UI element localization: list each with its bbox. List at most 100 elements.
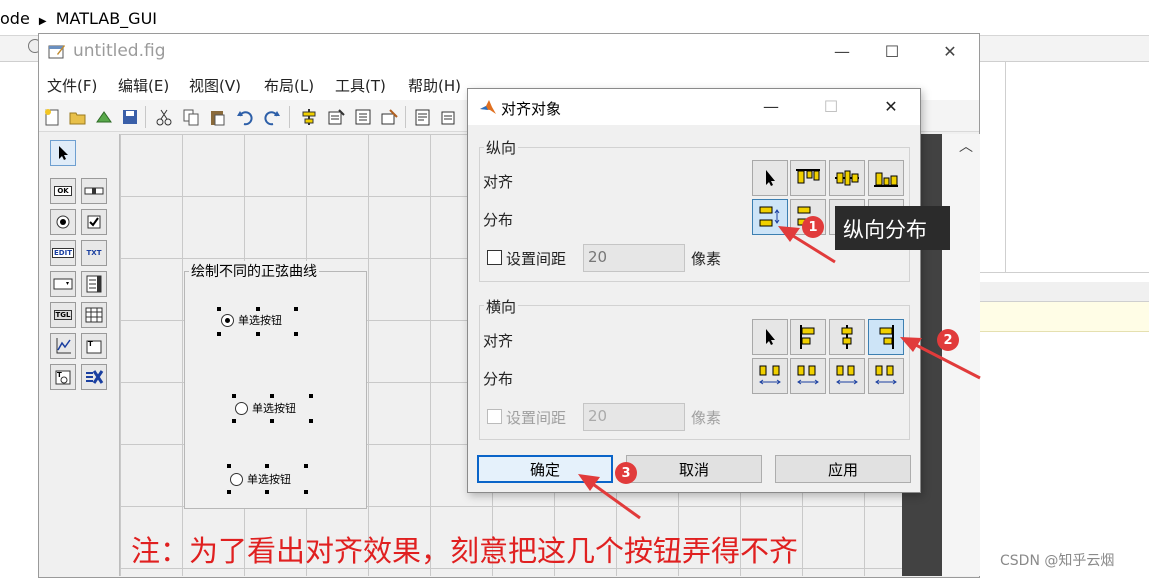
align-top-button[interactable]: [790, 160, 826, 196]
select-tool[interactable]: [50, 140, 76, 166]
table-tool[interactable]: [81, 302, 107, 328]
breadcrumb[interactable]: ode ▶ MATLAB_GUI: [0, 9, 157, 28]
maximize-button: ☐: [823, 97, 839, 116]
paste-icon[interactable]: [207, 107, 227, 127]
menu-tools[interactable]: 工具(T): [335, 75, 386, 96]
breadcrumb-partial[interactable]: ode: [0, 9, 30, 28]
apply-button[interactable]: 应用: [775, 455, 911, 483]
axes-tool[interactable]: [50, 333, 76, 359]
ok-button[interactable]: 确定: [477, 455, 613, 483]
radio-button-1[interactable]: 单选按钮: [221, 312, 282, 328]
popup-menu-tool[interactable]: [50, 271, 76, 297]
open-icon[interactable]: [68, 107, 88, 127]
close-button[interactable]: ✕: [878, 95, 904, 119]
radio-button-3[interactable]: 单选按钮: [230, 471, 291, 487]
cut-icon[interactable]: [154, 107, 174, 127]
radio-button-2[interactable]: 单选按钮: [235, 400, 296, 416]
horizontal-distribute-center-button[interactable]: [829, 358, 865, 394]
pushbutton-tool[interactable]: OK: [50, 178, 76, 204]
radio-label: 单选按钮: [238, 314, 282, 327]
editor-icon[interactable]: [413, 107, 433, 127]
vertical-distribute-button[interactable]: [752, 199, 788, 235]
toolbar-separator: [145, 106, 146, 128]
horizontal-distribute-right-button[interactable]: [868, 358, 904, 394]
toolbar-editor-icon[interactable]: [379, 107, 399, 127]
save-icon[interactable]: [120, 107, 140, 127]
selection-handle[interactable]: [232, 419, 236, 423]
toolbar-separator: [289, 106, 290, 128]
cancel-button[interactable]: 取消: [626, 455, 762, 483]
selection-handle[interactable]: [227, 490, 231, 494]
align-right-button[interactable]: [868, 319, 904, 355]
selection-handle[interactable]: [217, 307, 221, 311]
breadcrumb-folder[interactable]: MATLAB_GUI: [56, 9, 157, 28]
checkbox-tool[interactable]: [81, 209, 107, 235]
align-middle-button[interactable]: [829, 160, 865, 196]
selection-handle[interactable]: [294, 307, 298, 311]
horizontal-spacing-input: 20: [583, 403, 685, 431]
undo-icon[interactable]: [235, 107, 255, 127]
dialog-title: 对齐对象: [501, 100, 562, 118]
align-objects-icon[interactable]: [299, 107, 319, 127]
selection-handle[interactable]: [304, 490, 308, 494]
copy-icon[interactable]: [181, 107, 201, 127]
chevron-right-icon: ▶: [38, 16, 47, 27]
window-title: untitled.fig: [73, 41, 166, 61]
menu-help[interactable]: 帮助(H): [408, 75, 461, 96]
menu-view[interactable]: 视图(V): [189, 75, 241, 96]
edit-text-tool-label: EDIT: [52, 248, 74, 258]
maximize-button[interactable]: ☐: [879, 40, 905, 64]
toggle-button-tool[interactable]: TGL: [50, 302, 76, 328]
edit-text-tool[interactable]: EDIT: [50, 240, 76, 266]
svg-text:T: T: [88, 340, 93, 348]
selection-handle[interactable]: [270, 394, 274, 398]
minimize-button[interactable]: —: [758, 95, 784, 119]
selection-handle[interactable]: [265, 490, 269, 494]
button-group-tool[interactable]: T: [50, 364, 76, 390]
tab-order-icon[interactable]: [353, 107, 373, 127]
align-center-button[interactable]: [829, 319, 865, 355]
align-bottom-button[interactable]: [868, 160, 904, 196]
export-icon[interactable]: [94, 107, 114, 127]
selection-handle[interactable]: [217, 332, 221, 336]
new-icon[interactable]: [42, 107, 62, 127]
pushbutton-tool-label: OK: [54, 186, 72, 196]
vertical-align-none-button[interactable]: [752, 160, 788, 196]
menu-editor-icon[interactable]: [326, 107, 346, 127]
selection-handle[interactable]: [227, 464, 231, 468]
horizontal-align-none-button[interactable]: [752, 319, 788, 355]
property-inspector-icon[interactable]: [439, 107, 459, 127]
redo-icon[interactable]: [262, 107, 282, 127]
selection-handle[interactable]: [265, 464, 269, 468]
vertical-spacing-input[interactable]: 20: [583, 244, 685, 272]
selection-handle[interactable]: [309, 419, 313, 423]
selection-handle[interactable]: [294, 332, 298, 336]
menu-layout[interactable]: 布局(L): [264, 75, 314, 96]
horizontal-distribute-button[interactable]: [752, 358, 788, 394]
selection-handle[interactable]: [304, 464, 308, 468]
listbox-tool[interactable]: [81, 271, 107, 297]
selection-handle[interactable]: [309, 394, 313, 398]
selection-handle[interactable]: [270, 419, 274, 423]
selection-handle[interactable]: [232, 394, 236, 398]
panel-tool[interactable]: T: [81, 333, 107, 359]
menu-file[interactable]: 文件(F): [47, 75, 97, 96]
radiobutton-tool[interactable]: [50, 209, 76, 235]
activex-tool[interactable]: [81, 364, 107, 390]
vertical-spacing-checkbox[interactable]: [487, 250, 502, 265]
close-button[interactable]: ✕: [937, 40, 963, 64]
horizontal-distribute-left-button[interactable]: [790, 358, 826, 394]
radio-empty-icon: [230, 472, 243, 486]
vertical-scrollbar[interactable]: [942, 134, 980, 576]
toggle-button-tool-label: TGL: [53, 310, 73, 320]
radio-selected-icon: [221, 313, 234, 327]
selection-handle[interactable]: [256, 307, 260, 311]
slider-tool[interactable]: [81, 178, 107, 204]
scroll-up-icon[interactable]: ︿: [959, 136, 973, 156]
static-text-tool[interactable]: TXT: [81, 240, 107, 266]
minimize-button[interactable]: —: [829, 40, 855, 64]
radio-label: 单选按钮: [252, 402, 296, 415]
menu-edit[interactable]: 编辑(E): [118, 75, 169, 96]
selection-handle[interactable]: [256, 332, 260, 336]
align-left-button[interactable]: [790, 319, 826, 355]
